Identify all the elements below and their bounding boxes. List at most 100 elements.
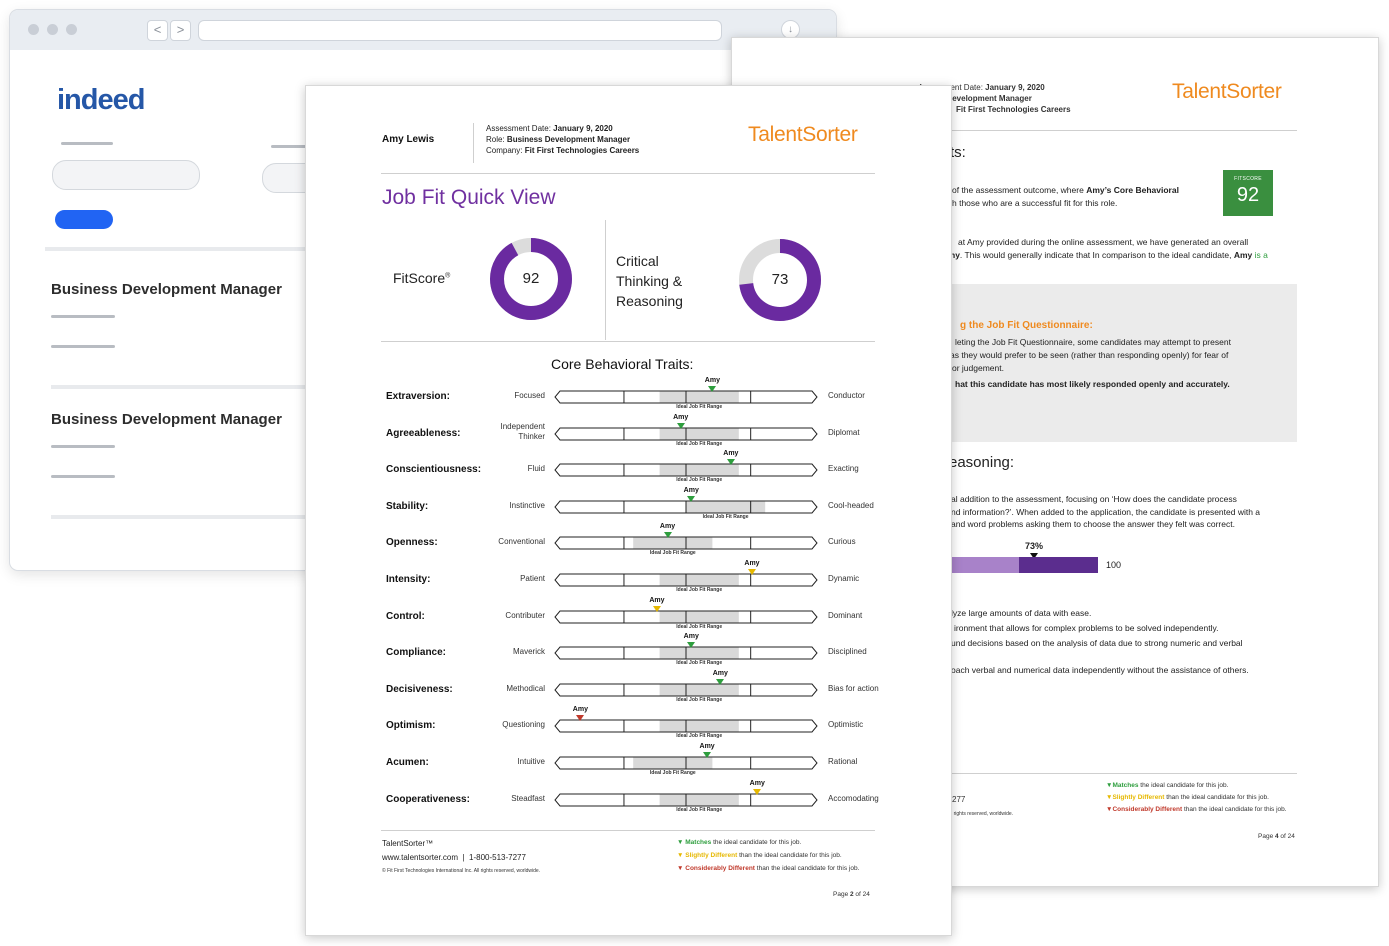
legend-item: ▼ Slightly Different than the ideal cand… [677, 849, 859, 862]
trait-right-label: Accomodating [828, 794, 879, 803]
intro-text: of the assessment outcome, where Amy’s C… [952, 184, 1212, 210]
ideal-range-band [659, 391, 739, 403]
window-dot-close[interactable] [28, 24, 39, 35]
window-dot-maximize[interactable] [66, 24, 77, 35]
footer-phone: 1-800-513-7277 [469, 853, 526, 862]
fitscore-badge-label: FITSCORE [1234, 176, 1262, 182]
questionnaire-line: or judgement. [952, 363, 1004, 373]
ideal-range-band [659, 428, 739, 440]
back-header-info: Assessment Date: January 9, 2020 ness De… [918, 82, 1158, 115]
candidate-marker-icon [676, 423, 685, 429]
address-bar[interactable] [198, 20, 722, 41]
ctr-label: Critical Thinking & Reasoning [616, 251, 683, 311]
summary-line-end: is a [1252, 250, 1268, 260]
search-what-input[interactable] [52, 160, 200, 190]
trait-scale [554, 536, 818, 550]
forward-button[interactable]: > [170, 20, 191, 41]
page-suffix: of 24 [853, 891, 870, 898]
candidate-marker-label: Amy [723, 450, 739, 457]
trait-right-label: Dominant [828, 611, 863, 620]
footer-rule [381, 830, 875, 831]
bullet-item: ironment that allows for complex problem… [954, 623, 1219, 633]
fitscore-badge: FITSCORE 92 [1223, 170, 1273, 216]
role-value: Business Development Manager [506, 135, 631, 144]
candidate-marker-label: Amy [673, 414, 689, 421]
trait-right-label: Dynamic [828, 574, 860, 583]
window-dot-minimize[interactable] [47, 24, 58, 35]
candidate-marker-label: Amy [649, 597, 665, 604]
legend-text: than the ideal candidate for this job. [1164, 794, 1269, 801]
candidate-marker-icon [687, 642, 696, 648]
indeed-logo[interactable]: indeed [57, 84, 145, 117]
questionnaire-line: leting the Job Fit Questionnaire, some c… [955, 337, 1231, 347]
candidate-marker-label: Amy [712, 670, 728, 677]
candidate-marker-label: Amy [744, 560, 760, 567]
trait-left-label-line: Thinker [518, 432, 545, 441]
report-title: Job Fit Quick View [382, 186, 556, 209]
trait-scale [554, 390, 818, 404]
job-card-title[interactable]: Business Development Manager [51, 281, 282, 298]
trait-scale [554, 500, 818, 514]
legend-bold: Slightly Different [1112, 794, 1165, 801]
intro-line: of the assessment outcome, where [952, 185, 1087, 195]
trait-left-label: Instinctive [509, 501, 545, 510]
legend-bold: Considerably Different [1112, 806, 1183, 813]
trait-right-label: Optimistic [828, 720, 864, 729]
candidate-marker-label: Amy [659, 523, 676, 530]
trait-left-label: Contributer [505, 611, 545, 620]
candidate-marker-icon [708, 386, 717, 392]
back-button[interactable]: < [147, 20, 168, 41]
page-number: Page 2 of 24 [833, 891, 870, 898]
questionnaire-conclusion: hat this candidate has most likely respo… [955, 379, 1230, 389]
ideal-range-label: Ideal Job Fit Range [676, 697, 723, 703]
trait-name: Extraversion: [386, 391, 450, 402]
trait-scale [554, 610, 818, 624]
company-value: Fit First Technologies Careers [956, 105, 1071, 114]
job-card-title[interactable]: Business Development Manager [51, 411, 282, 428]
trait-name: Acumen: [386, 757, 429, 768]
footer-website[interactable]: www.talentsorter.com [382, 853, 458, 862]
trait-left-label: Questioning [502, 720, 545, 729]
section-rule [381, 341, 875, 342]
ideal-range-band [633, 537, 713, 549]
candidate-marker-icon [726, 459, 735, 465]
ideal-range-label: Ideal Job Fit Range [676, 404, 723, 410]
trait-scale [554, 427, 818, 441]
reasoning-title: easoning: [949, 454, 1015, 471]
page-prefix: Page [1258, 833, 1275, 840]
trait-scale [554, 573, 818, 587]
candidate-marker-icon [716, 679, 725, 685]
legend-text: than the ideal candidate for this job. [737, 852, 842, 859]
fitscore-label-text: FitScore [393, 270, 446, 286]
company-label: Company: [486, 146, 523, 155]
ideal-range-band [659, 720, 739, 732]
candidate-marker-icon [687, 496, 696, 502]
back-legend: ▼Matches the ideal candidate for this jo… [1106, 780, 1287, 816]
summary-line: . This would generally indicate that In … [959, 250, 1234, 260]
candidate-marker-icon [748, 569, 756, 575]
green-triangle-icon: ▼ [677, 839, 684, 846]
trait-left-label: Conventional [498, 537, 545, 546]
ideal-range-band [659, 684, 739, 696]
role-label: Role: [486, 135, 505, 144]
assessment-date-label: Assessment Date: [486, 124, 551, 133]
summary-line: at Amy provided during the online assess… [958, 237, 1249, 247]
find-jobs-button[interactable] [55, 210, 113, 229]
trait-left-label: Patient [520, 574, 545, 583]
page-suffix: of 24 [1278, 833, 1295, 840]
candidate-marker-label: Amy [683, 487, 699, 494]
reasoning-bar-light [951, 557, 1019, 573]
trait-left-label: Steadfast [511, 794, 545, 803]
footer-copyright: © Fit First Technologies International I… [382, 868, 541, 874]
legend-bold: Slightly Different [685, 852, 738, 859]
candidate-marker-icon [576, 715, 585, 721]
front-header-info: Assessment Date: January 9, 2020 Role: B… [486, 123, 639, 156]
trait-left-label: Independent Thinker [455, 422, 546, 442]
traits-title: Core Behavioral Traits: [551, 356, 694, 372]
footer-separator: | [462, 853, 465, 862]
candidate-name: Amy Lewis [382, 134, 435, 145]
candidate-marker-label: Amy [572, 706, 588, 713]
fitscore-badge-value: 92 [1236, 184, 1260, 206]
ideal-range-label: Ideal Job Fit Range [702, 514, 749, 520]
ctr-value: 73 [771, 271, 789, 288]
